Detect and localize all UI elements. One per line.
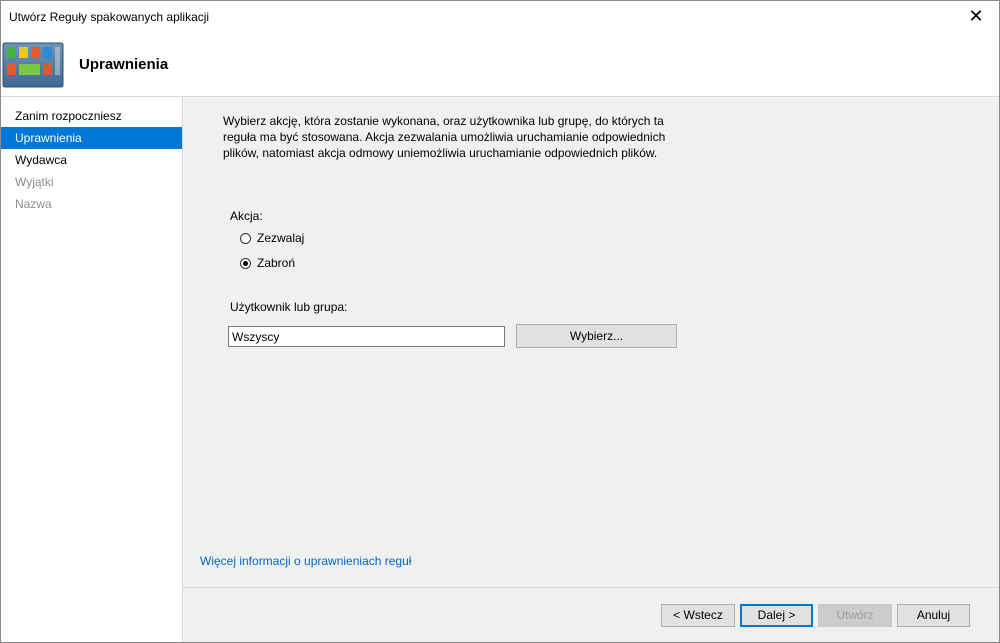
wizard-header: Uprawnienia [1, 32, 999, 97]
cancel-button[interactable]: Anuluj [897, 604, 970, 627]
window-title: Utwórz Reguły spakowanych aplikacji [9, 10, 210, 24]
wizard-footer: < Wstecz Dalej > Utwórz Anuluj [183, 587, 999, 642]
close-icon[interactable]: ✕ [953, 1, 999, 32]
action-label: Akcja: [230, 209, 263, 223]
user-group-field[interactable] [228, 326, 505, 347]
back-button[interactable]: < Wstecz [661, 604, 735, 627]
radio-deny[interactable]: Zabroń [240, 256, 295, 270]
sidebar-item-zanim-rozpoczniesz[interactable]: Zanim rozpoczniesz [1, 105, 182, 127]
radio-deny-label: Zabroń [257, 256, 296, 270]
sidebar-item-wydawca[interactable]: Wydawca [1, 149, 182, 171]
sidebar-item-uprawnienia[interactable]: Uprawnienia [1, 127, 182, 149]
app-tiles-icon [2, 42, 64, 88]
description-text: Wybierz akcję, która zostanie wykonana, … [223, 114, 666, 160]
more-info-link[interactable]: Więcej informacji o uprawnieniach reguł [200, 554, 411, 568]
radio-allow-circle[interactable] [240, 232, 251, 244]
user-group-label: Użytkownik lub grupa: [230, 300, 348, 314]
title-bar: Utwórz Reguły spakowanych aplikacji ✕ [1, 1, 999, 32]
wizard-window: Utwórz Reguły spakowanych aplikacji ✕ Up… [0, 0, 1000, 643]
radio-allow[interactable]: Zezwalaj [240, 231, 304, 245]
create-button: Utwórz [818, 604, 892, 627]
page-title: Uprawnienia [79, 56, 169, 73]
wizard-steps-sidebar: Zanim rozpoczniesz Uprawnienia Wydawca W… [1, 97, 183, 642]
next-button[interactable]: Dalej > [740, 604, 813, 627]
select-user-button[interactable]: Wybierz... [516, 324, 677, 348]
sidebar-item-wyjatki: Wyjątki [15, 175, 54, 189]
content-panel: Wybierz akcję, która zostanie wykonana, … [183, 97, 999, 587]
radio-deny-circle[interactable] [240, 257, 251, 269]
sidebar-item-nazwa: Nazwa [15, 197, 52, 211]
radio-allow-label: Zezwalaj [257, 231, 305, 245]
